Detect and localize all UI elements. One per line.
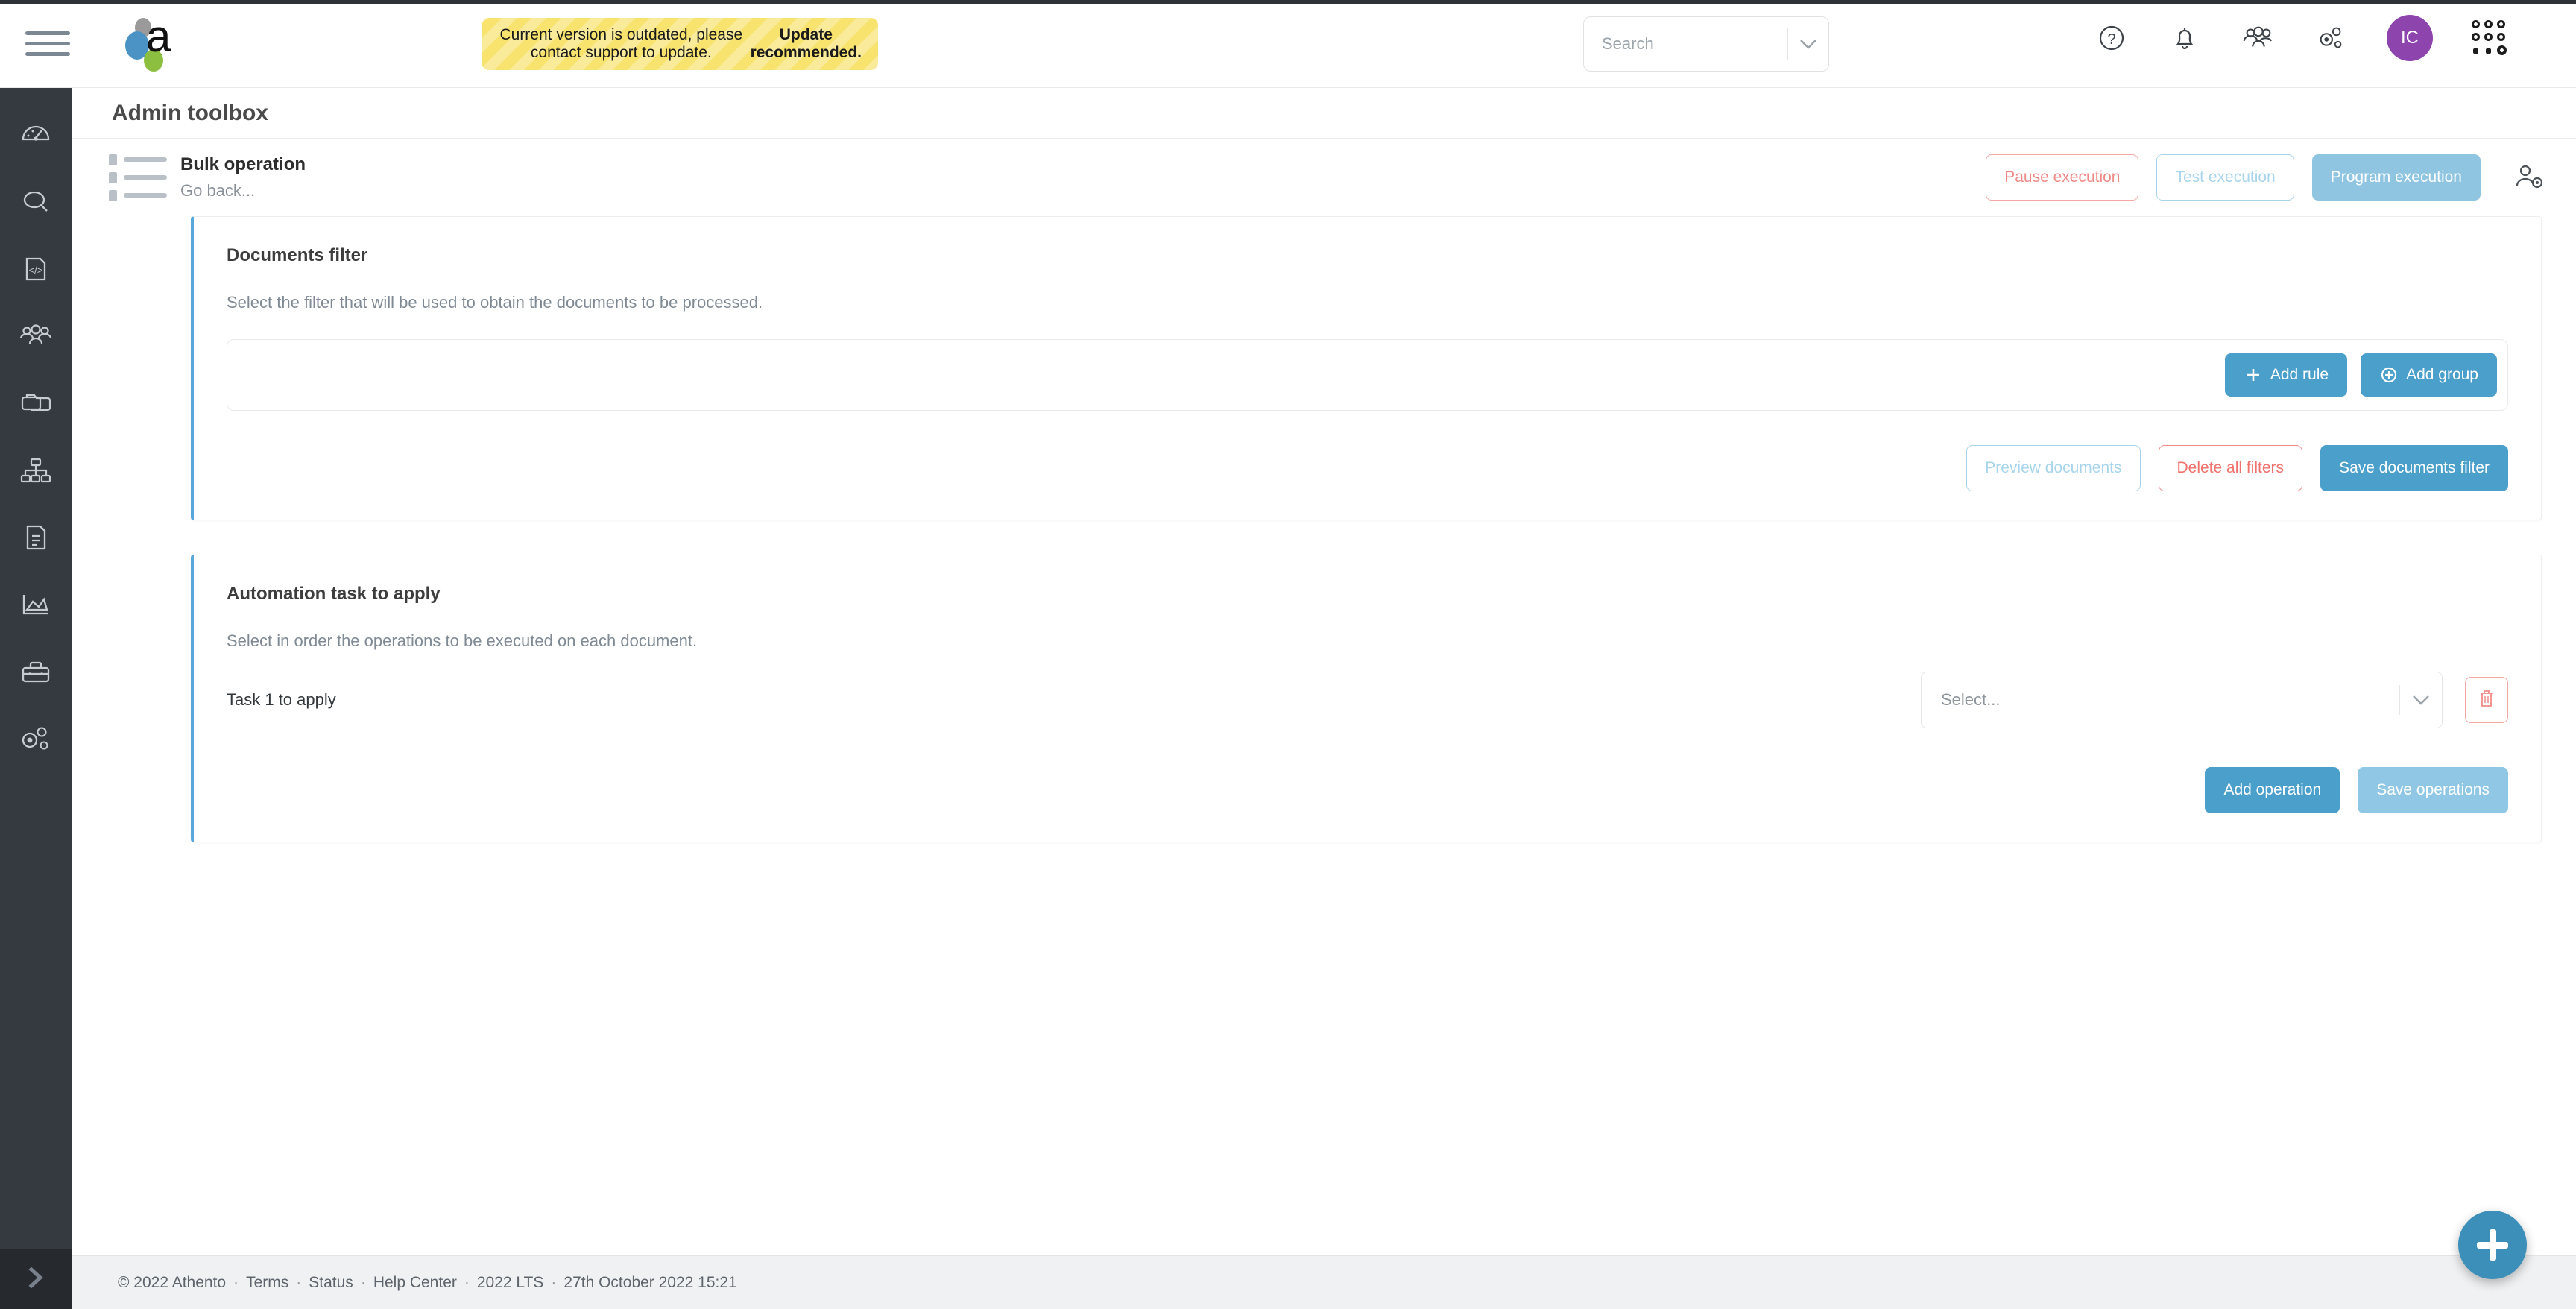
sidebar-item-documents[interactable] (0, 505, 72, 573)
athento-logo: a (118, 13, 186, 75)
footer-link-status[interactable]: Status (309, 1274, 353, 1292)
delete-task-button[interactable] (2465, 677, 2508, 723)
add-operation-button[interactable]: Add operation (2205, 767, 2340, 813)
svg-text:?: ? (2107, 31, 2115, 48)
sidebar-item-code-document[interactable]: </> (0, 237, 72, 304)
area-chart-icon (17, 587, 54, 626)
footer-timestamp: 27th October 2022 15:21 (564, 1274, 736, 1292)
footer-separator: · (233, 1274, 239, 1292)
footer-version: 2022 LTS (477, 1274, 544, 1292)
help-icon[interactable]: ? (2094, 21, 2129, 55)
filter-rules-container[interactable]: Add rule Add group (227, 339, 2508, 411)
task-label: Task 1 to apply (227, 690, 336, 710)
page-title-bar: Admin toolbox (72, 88, 2576, 139)
pause-execution-button[interactable]: Pause execution (1986, 154, 2138, 201)
bulk-list-icon (109, 154, 167, 201)
chevron-down-icon[interactable] (1788, 38, 1828, 50)
plus-circle-icon (2379, 365, 2399, 385)
footer-link-terms[interactable]: Terms (246, 1274, 288, 1292)
version-warning-banner: Current version is outdated, please cont… (482, 18, 878, 70)
users-icon (17, 318, 54, 358)
document-icon (18, 520, 54, 559)
banner-bold-text: Update recommended. (751, 26, 862, 62)
sidebar-item-analytics[interactable] (0, 573, 72, 640)
add-rule-label: Add rule (2270, 366, 2329, 384)
page-title: Admin toolbox (112, 101, 268, 126)
plus-icon (2244, 365, 2263, 385)
operation-actions: Pause execution Test execution Program e… (1986, 154, 2546, 201)
automation-heading: Automation task to apply (227, 584, 2508, 605)
chevron-right-icon (23, 1264, 48, 1296)
add-fab-button[interactable] (2458, 1211, 2527, 1279)
task-select[interactable]: Select... (1921, 672, 2443, 728)
svg-text:a: a (146, 13, 171, 61)
footer-separator: · (296, 1274, 301, 1292)
documents-filter-description: Select the filter that will be used to o… (227, 293, 2508, 312)
notifications-bell-icon[interactable] (2168, 21, 2202, 55)
top-header-bar: a Current version is outdated, please co… (0, 0, 2576, 88)
plus-icon-vertical (2490, 1229, 2496, 1261)
automation-description: Select in order the operations to be exe… (227, 631, 2508, 651)
toolbox-icon (17, 654, 54, 693)
operation-header: Bulk operation Go back... Pause executio… (72, 139, 2576, 216)
save-documents-filter-button[interactable]: Save documents filter (2320, 445, 2508, 491)
search-box[interactable]: Search (1583, 16, 1829, 72)
test-execution-button[interactable]: Test execution (2156, 154, 2294, 201)
user-settings-icon[interactable] (2512, 160, 2546, 195)
expand-sidebar-button[interactable] (0, 1249, 72, 1309)
trash-icon (2477, 688, 2496, 713)
program-execution-button[interactable]: Program execution (2312, 154, 2481, 201)
search-input[interactable]: Search (1584, 34, 1787, 54)
go-back-link[interactable]: Go back... (180, 181, 306, 201)
magnifier-icon (18, 184, 54, 224)
page-footer: © 2022 Athento · Terms · Status · Help C… (72, 1255, 2576, 1309)
settings-gears-icon[interactable] (2314, 21, 2348, 55)
footer-separator: · (464, 1274, 470, 1292)
window-top-edge (0, 0, 2576, 4)
people-icon[interactable] (2241, 21, 2275, 55)
sidebar-item-list: </> (0, 88, 72, 774)
documents-filter-actions: Preview documents Delete all filters Sav… (227, 445, 2508, 491)
footer-separator: · (361, 1274, 366, 1292)
sitemap-icon (17, 452, 54, 492)
automation-task-card: Automation task to apply Select in order… (191, 555, 2542, 842)
add-rule-button[interactable]: Add rule (2225, 353, 2347, 397)
add-group-button[interactable]: Add group (2361, 353, 2497, 397)
operation-title: Bulk operation (180, 154, 306, 175)
task-row: Task 1 to apply Select... (227, 672, 2508, 728)
sidebar-item-users[interactable] (0, 304, 72, 371)
user-avatar[interactable]: IC (2387, 15, 2433, 61)
sidebar-item-dashboard[interactable] (0, 103, 72, 170)
task-select-placeholder: Select... (1922, 690, 2399, 710)
header-icon-group: ? IC (2094, 15, 2506, 61)
sidebar-item-settings[interactable] (0, 707, 72, 774)
apps-grid-icon[interactable] (2472, 20, 2506, 57)
automation-actions: Add operation Save operations (227, 767, 2508, 813)
footer-copyright: © 2022 Athento (118, 1274, 226, 1292)
save-operations-button[interactable]: Save operations (2358, 767, 2508, 813)
hamburger-menu-icon[interactable] (25, 28, 70, 60)
footer-link-help-center[interactable]: Help Center (373, 1274, 457, 1292)
sidebar-item-sitemap[interactable] (0, 438, 72, 505)
documents-filter-card: Documents filter Select the filter that … (191, 216, 2542, 520)
documents-filter-heading: Documents filter (227, 245, 2508, 266)
page-content: Admin toolbox Bulk operation Go back... … (72, 88, 2576, 1309)
chevron-down-icon[interactable] (2400, 694, 2442, 706)
sidebar-item-search[interactable] (0, 170, 72, 237)
preview-documents-button[interactable]: Preview documents (1966, 445, 2140, 491)
gears-icon (16, 721, 55, 760)
sidebar-item-folders[interactable] (0, 371, 72, 438)
operation-title-group: Bulk operation Go back... (180, 154, 306, 201)
folders-icon (17, 385, 54, 425)
banner-text: Current version is outdated, please cont… (498, 26, 745, 62)
add-group-label: Add group (2406, 366, 2478, 384)
delete-all-filters-button[interactable]: Delete all filters (2159, 445, 2303, 491)
operation-identity: Bulk operation Go back... (109, 154, 306, 201)
sidebar-item-toolbox[interactable] (0, 640, 72, 707)
left-sidebar: </> (0, 88, 72, 1309)
footer-separator: · (551, 1274, 556, 1292)
gauge-icon (18, 117, 54, 157)
code-file-icon: </> (18, 251, 54, 291)
svg-text:</>: </> (29, 265, 43, 276)
